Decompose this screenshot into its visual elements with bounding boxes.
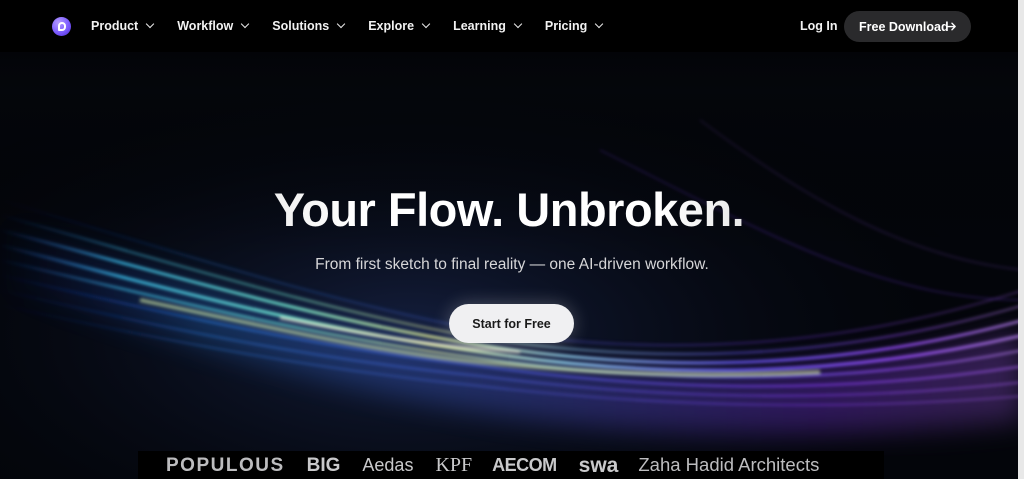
menu-item-label: Learning — [453, 19, 506, 33]
chevron-down-icon — [421, 19, 431, 29]
menu-item-learning[interactable]: Learning — [453, 19, 523, 33]
menu-item-explore[interactable]: Explore — [368, 19, 431, 33]
chevron-down-icon — [513, 19, 523, 29]
login-link[interactable]: Log In — [800, 19, 838, 33]
client-logo-populous: POPULOUS — [166, 454, 285, 476]
chevron-down-icon — [145, 19, 155, 29]
client-logos: POPULOUS BIG Aedas KPF AECOM swa Zaha Ha… — [138, 451, 884, 479]
menu-item-workflow[interactable]: Workflow — [177, 19, 250, 33]
start-for-free-button[interactable]: Start for Free — [449, 304, 574, 343]
window-edge — [1018, 0, 1024, 479]
logo-icon[interactable] — [52, 17, 71, 36]
client-logo-kpf: KPF — [435, 454, 473, 476]
client-logo-zaha-hadid: Zaha Hadid Architects — [638, 453, 820, 475]
arrow-right-icon — [946, 22, 956, 31]
menu-item-label: Pricing — [544, 19, 588, 33]
client-logo-aedas: Aedas — [362, 455, 414, 475]
menu-item-product[interactable]: Product — [91, 19, 155, 33]
client-logo-aecom: AECOM — [492, 455, 557, 475]
chevron-down-icon — [595, 19, 604, 29]
chevron-down-icon — [336, 19, 346, 29]
hero-subtitle: From first sketch to final reality — one… — [315, 256, 709, 273]
hero-background — [0, 0, 1024, 479]
client-logo-swa: swa — [578, 453, 619, 477]
menu-item-pricing[interactable]: Pricing — [544, 19, 604, 33]
chevron-down-icon — [241, 19, 250, 29]
menu-item-label: Explore — [368, 19, 415, 33]
client-logo-big: BIG — [306, 454, 341, 476]
menu-item-label: Solutions — [272, 19, 330, 33]
main-menu: Product Workflow Solutions Explore Learn… — [91, 0, 626, 52]
top-navigation: Product Workflow Solutions Explore Learn… — [0, 0, 1018, 52]
free-download-label: Free Download — [859, 19, 949, 34]
menu-item-label: Workflow — [177, 19, 234, 33]
menu-item-solutions[interactable]: Solutions — [272, 19, 346, 33]
hero-title: Your Flow. Unbroken. — [0, 182, 1018, 238]
free-download-button[interactable]: Free Download — [844, 11, 971, 42]
menu-item-label: Product — [91, 19, 139, 33]
